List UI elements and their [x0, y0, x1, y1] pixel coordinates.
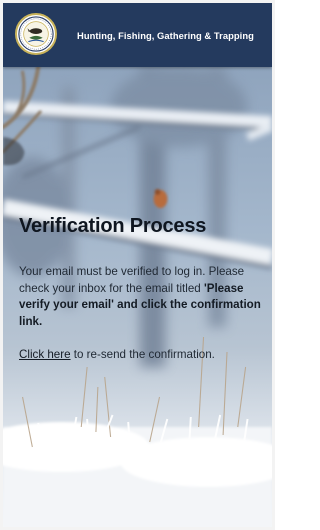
agency-seal-icon[interactable] — [15, 13, 57, 55]
page-title: Verification Process — [19, 215, 207, 237]
resend-line: Click here to re-send the confirmation. — [19, 347, 269, 363]
app-header: Hunting, Fishing, Gathering & Trapping — [3, 3, 272, 67]
resend-suffix: to re-send the confirmation. — [70, 348, 215, 361]
verification-message: Your email must be verified to log in. P… — [19, 264, 269, 330]
message-and: and — [117, 298, 138, 311]
verification-panel: Verification Process Your email must be … — [19, 212, 269, 363]
resend-confirmation-link[interactable]: Click here — [19, 348, 71, 361]
app-frame: Hunting, Fishing, Gathering & Trapping V… — [0, 0, 275, 530]
header-title: Hunting, Fishing, Gathering & Trapping — [77, 30, 254, 41]
